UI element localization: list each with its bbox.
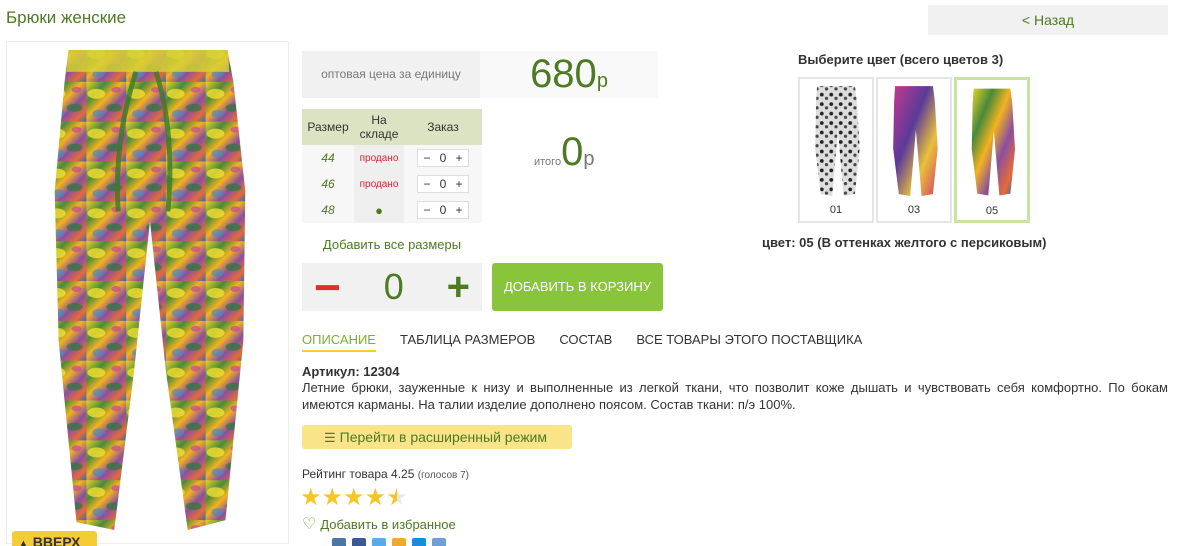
share-icon[interactable] — [432, 538, 446, 546]
rating-stars[interactable]: ★ ★ ★ ★ ★ — [300, 484, 408, 510]
rating-label: Рейтинг товара 4.25 — [302, 467, 415, 481]
swatch-image — [971, 88, 1016, 196]
back-button[interactable]: < Назад — [928, 5, 1168, 35]
product-tabs: ОПИСАНИЕ ТАБЛИЦА РАЗМЕРОВ СОСТАВ ВСЕ ТОВ… — [302, 332, 862, 352]
plus-button[interactable]: + — [447, 267, 470, 307]
swatch-label: 05 — [985, 205, 999, 217]
stock-cell: продано — [354, 145, 404, 171]
increment-button[interactable]: + — [450, 177, 468, 191]
color-title: Выберите цвет (всего цветов 3) — [798, 52, 1004, 67]
star-icon[interactable]: ★ — [300, 484, 322, 510]
star-icon[interactable]: ★ — [386, 484, 408, 510]
color-swatch-05[interactable]: 05 — [954, 77, 1030, 223]
increment-button[interactable]: + — [450, 151, 468, 165]
price-unit: р — [596, 70, 608, 92]
quantity-box: − 0 + — [302, 263, 482, 311]
price-value-box: 680р — [480, 51, 658, 98]
rating-votes: (голосов 7) — [417, 470, 469, 481]
swatch-label: 01 — [829, 204, 843, 216]
stock-header: На складе — [354, 109, 404, 145]
arrow-up-icon: ▲ — [18, 538, 29, 546]
product-image — [54, 49, 246, 531]
size-cell: 44 — [302, 145, 354, 171]
decrement-button[interactable]: − — [418, 151, 436, 165]
quantity-value: 0 — [439, 177, 447, 191]
size-cell: 48 — [302, 197, 354, 223]
table-row: 44 продано −0 + — [302, 145, 482, 171]
rating-text: Рейтинг товара 4.25 (голосов 7) — [302, 467, 469, 481]
quantity-stepper: −0 + — [417, 175, 469, 193]
social-share — [332, 538, 446, 546]
quantity-value: 0 — [439, 203, 447, 217]
table-row: 48 ● −0 + — [302, 197, 482, 223]
heart-icon: ♡ — [302, 516, 317, 533]
stock-cell: продано — [354, 171, 404, 197]
table-row: 46 продано −0 + — [302, 171, 482, 197]
decrement-button[interactable]: − — [418, 203, 436, 217]
decrement-button[interactable]: − — [418, 177, 436, 191]
tab-size-table[interactable]: ТАБЛИЦА РАЗМЕРОВ — [400, 332, 535, 352]
order-cell: −0 + — [404, 197, 482, 223]
total-value: 0 — [561, 130, 584, 174]
quantity-stepper: −0 + — [417, 201, 469, 219]
total: итого0р — [534, 130, 594, 175]
quantity-stepper: −0 + — [417, 149, 469, 167]
mailru-icon[interactable] — [412, 538, 426, 546]
size-table: Размер На складе Заказ 44 продано −0 + 46… — [302, 109, 482, 223]
color-swatch-01[interactable]: 01 — [798, 77, 874, 223]
color-swatch-03[interactable]: 03 — [876, 77, 952, 223]
product-photo[interactable] — [6, 41, 289, 544]
page-title: Брюки женские — [6, 8, 127, 27]
total-label: итого — [534, 156, 562, 168]
star-icon[interactable]: ★ — [343, 484, 365, 510]
stock-cell: ● — [354, 197, 404, 223]
facebook-icon[interactable] — [352, 538, 366, 546]
increment-button[interactable]: + — [450, 203, 468, 217]
current-color-label: цвет: 05 (В оттенках желтого с персиковы… — [762, 235, 1047, 250]
swatch-image — [815, 86, 860, 196]
swatch-label: 03 — [907, 204, 921, 216]
star-icon[interactable]: ★ — [365, 484, 387, 510]
size-cell: 46 — [302, 171, 354, 197]
order-cell: −0 + — [404, 171, 482, 197]
extended-mode-button[interactable]: ☰ Перейти в расширенный режим — [302, 425, 572, 449]
tab-description[interactable]: ОПИСАНИЕ — [302, 332, 376, 352]
minus-button[interactable]: − — [314, 264, 341, 310]
add-all-sizes-link[interactable]: Добавить все размеры — [302, 237, 482, 252]
odnoklassniki-icon[interactable] — [392, 538, 406, 546]
add-to-favorites-link[interactable]: ♡ Добавить в избранное — [302, 514, 456, 534]
price-value: 680 — [530, 52, 597, 96]
total-unit: р — [583, 148, 595, 170]
add-to-cart-button[interactable]: ДОБАВИТЬ В КОРЗИНУ — [492, 263, 663, 311]
scroll-up-button[interactable]: ▲ ВВЕРХ — [12, 531, 97, 546]
tab-supplier-products[interactable]: ВСЕ ТОВАРЫ ЭТОГО ПОСТАВЩИКА — [636, 332, 862, 352]
product-description: Летние брюки, зауженные к низу и выполне… — [302, 380, 1168, 412]
vk-icon[interactable] — [332, 538, 346, 546]
price-label: оптовая цена за единицу — [321, 67, 461, 81]
extended-mode-label: Перейти в расширенный режим — [339, 429, 548, 445]
scroll-up-label: ВВЕРХ — [32, 534, 81, 546]
list-icon: ☰ — [324, 430, 336, 445]
article-number: Артикул: 12304 — [302, 364, 400, 379]
star-icon[interactable]: ★ — [322, 484, 344, 510]
price-box: оптовая цена за единицу 680р — [302, 51, 658, 98]
quantity-value: 0 — [439, 151, 447, 165]
swatch-image — [893, 86, 938, 196]
order-header: Заказ — [404, 109, 482, 145]
favorites-label: Добавить в избранное — [320, 517, 456, 532]
twitter-icon[interactable] — [372, 538, 386, 546]
tab-composition[interactable]: СОСТАВ — [559, 332, 612, 352]
order-cell: −0 + — [404, 145, 482, 171]
size-header: Размер — [302, 109, 354, 145]
quantity-value: 0 — [383, 266, 404, 307]
